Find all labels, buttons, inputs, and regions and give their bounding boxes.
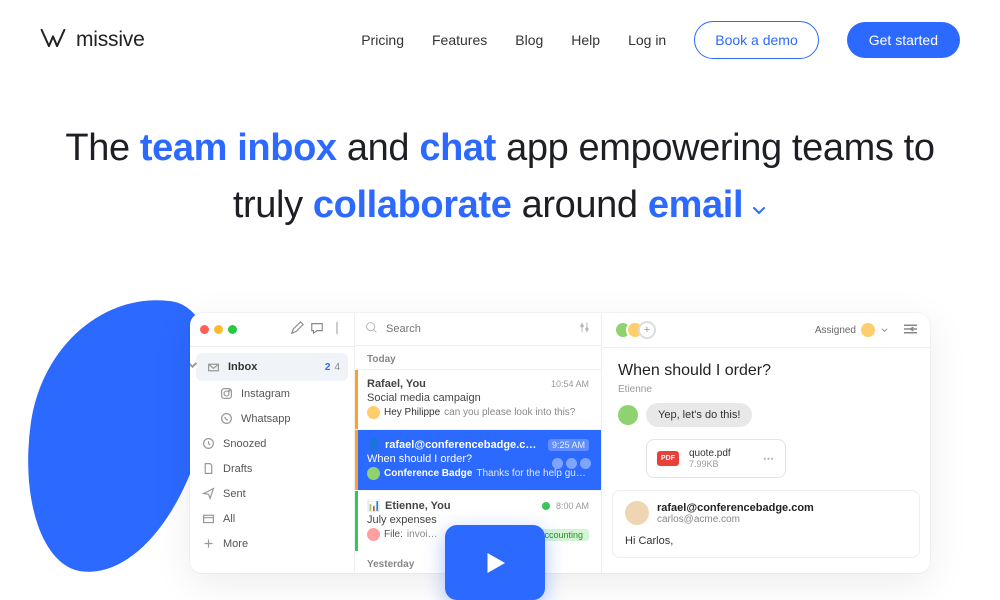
assignee-avatar-icon [861,323,875,337]
avatar-icon [618,405,638,425]
chevron-down-icon [190,359,199,375]
unread-count: 2 [325,362,331,373]
conv-from: Rafael, You [367,378,545,390]
sidebar-item-sent[interactable]: Sent [190,481,354,506]
primary-nav: Pricing Features Blog Help Log in Book a… [361,21,960,59]
avatar-icon [367,467,380,480]
section-today: Today [355,346,601,369]
nav-pricing[interactable]: Pricing [361,32,404,48]
sender-avatar-icon [625,501,649,525]
detail-subject: When should I order? [602,348,930,384]
logo-mark-icon [40,25,66,56]
conv-subject: Social media campaign [367,392,589,404]
member-avatars[interactable]: + [614,321,656,339]
conv-time: 10:54 AM [551,379,589,389]
status-bar-icon [355,430,358,490]
hero-headline: The team inbox and chat app empowering t… [0,80,1000,235]
sidebar-label: Snoozed [223,438,266,450]
app-sidebar: Inbox 2 4 Instagram Whatsapp Snoozed [190,313,355,573]
search-input[interactable] [386,323,570,335]
chart-icon: 📊 [367,499,379,512]
total-count: 4 [334,362,340,373]
sidebar-item-all[interactable]: All [190,506,354,531]
chat-icon[interactable] [310,321,324,338]
add-member-icon[interactable]: + [638,321,656,339]
search-icon [365,321,378,337]
conversation-item[interactable]: Rafael, You 10:54 AM Social media campai… [355,369,601,429]
sidebar-item-snoozed[interactable]: Snoozed [190,431,354,456]
window-controls-row [190,313,354,347]
app-mockup: Inbox 2 4 Instagram Whatsapp Snoozed [190,313,930,573]
email-body: Hi Carlos, [625,535,907,547]
sidebar-label: Whatsapp [241,413,291,425]
email-to: carlos@acme.com [657,514,814,525]
sidebar-item-drafts[interactable]: Drafts [190,456,354,481]
nav-login[interactable]: Log in [628,32,666,48]
sidebar-label: All [223,513,235,525]
collapse-icon[interactable] [895,323,918,338]
pdf-icon: PDF [657,451,679,466]
conv-from: rafael@conferencebadge.com, carl… [385,439,542,451]
message-bubble: Yep, let's do this! [646,403,752,427]
nav-blog[interactable]: Blog [515,32,543,48]
book-demo-button[interactable]: Book a demo [694,21,819,59]
compose-icon[interactable] [290,321,304,338]
presence-icon [542,502,550,510]
avatar-icon [367,406,380,419]
email-from: rafael@conferencebadge.com [657,502,814,514]
zoom-dot-icon[interactable] [228,325,237,334]
sidebar-item-instagram[interactable]: Instagram [190,381,354,406]
close-dot-icon[interactable] [200,325,209,334]
conversation-item[interactable]: 👤 rafael@conferencebadge.com, carl… 9:25… [355,429,601,490]
conv-participants [552,458,591,469]
search-bar[interactable] [355,313,601,346]
conv-time: 9:25 AM [548,439,589,451]
nav-features[interactable]: Features [432,32,487,48]
nav-help[interactable]: Help [571,32,600,48]
detail-header: + Assigned [602,313,930,348]
logo-text: missive [76,28,145,52]
status-bar-icon [355,370,358,429]
sidebar-item-more[interactable]: More [190,531,354,556]
sidebar-label: Inbox [228,361,257,373]
sidebar-item-inbox[interactable]: Inbox 2 4 [196,353,348,381]
filter-sliders-icon[interactable] [578,321,591,337]
attachment-size: 7.99KB [689,459,731,469]
hero-stage: Inbox 2 4 Instagram Whatsapp Snoozed [0,295,1000,595]
get-started-button[interactable]: Get started [847,22,960,58]
site-header: missive Pricing Features Blog Help Log i… [0,0,1000,80]
conv-time: 8:00 AM [556,501,589,511]
avatar-icon [367,528,380,541]
conv-from: Etienne, You [385,500,536,512]
sidebar-label: Sent [223,488,246,500]
minimize-dot-icon[interactable] [214,325,223,334]
attachment-card[interactable]: PDF quote.pdf 7.99KB ⋯ [646,439,786,478]
sidebar-item-whatsapp[interactable]: Whatsapp [190,406,354,431]
window-traffic-lights [200,325,237,334]
status-bar-icon [355,491,358,551]
more-dots-icon[interactable]: ⋯ [763,452,775,465]
avatar-icon: 👤 [367,438,379,451]
sender-label: Etienne [602,384,930,395]
email-message: rafael@conferencebadge.com carlos@acme.c… [612,490,920,558]
logo[interactable]: missive [40,25,145,56]
sidebar-label: More [223,538,248,550]
sidebar-label: Instagram [241,388,290,400]
attachment-name: quote.pdf [689,448,731,459]
conversation-detail: + Assigned When should I order? Etienne … [602,313,930,573]
divider-icon [330,321,344,338]
dropdown-chevron-icon[interactable] [751,178,767,235]
chat-message: Yep, let's do this! [602,395,930,435]
sidebar-label: Drafts [223,463,252,475]
assignment-control[interactable]: Assigned [815,323,889,337]
